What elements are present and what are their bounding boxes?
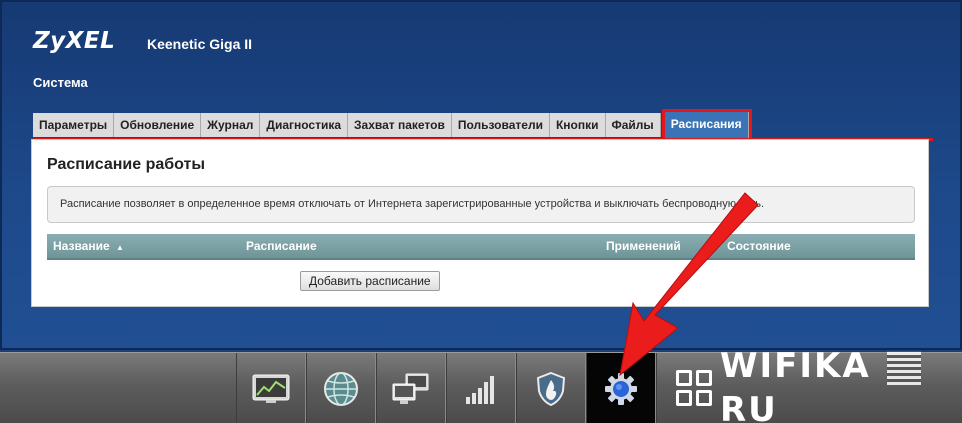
watermark-text-right: RU — [720, 390, 778, 423]
windows-logo-icon — [676, 370, 712, 406]
nav-monitor-button[interactable] — [236, 353, 306, 423]
signal-bars-icon — [466, 375, 494, 404]
content-panel: Расписание работы Расписание позволяет в… — [31, 139, 929, 307]
add-schedule-button[interactable]: Добавить расписание — [300, 271, 440, 291]
column-name[interactable]: Название ▲ — [53, 234, 124, 260]
nav-system-button[interactable] — [586, 353, 656, 423]
wifika-watermark: WIFIKA RU — [676, 346, 962, 423]
column-applied[interactable]: Применений — [606, 234, 681, 258]
tab-users[interactable]: Пользователи — [451, 113, 550, 137]
nav-home-network-button[interactable] — [376, 353, 446, 423]
tab-packet-capture[interactable]: Захват пакетов — [348, 113, 452, 137]
tab-buttons[interactable]: Кнопки — [549, 113, 606, 137]
monitor-graph-icon — [252, 374, 290, 403]
zyxel-logo: ZyXEL — [33, 28, 116, 54]
nav-internet-button[interactable] — [306, 353, 376, 423]
watermark-text: WIFIKA RU — [720, 344, 962, 423]
column-name-label: Название — [53, 239, 110, 253]
panel-heading: Расписание работы — [47, 156, 206, 173]
globe-icon — [324, 371, 358, 406]
section-title: Система — [33, 75, 88, 90]
schedule-table-header: Название ▲ Расписание Применений Состоян… — [47, 234, 915, 260]
model-name: Keenetic Giga II — [147, 36, 253, 52]
tab-bar: Параметры Обновление Журнал Диагностика … — [33, 109, 752, 141]
nav-separator — [656, 353, 657, 423]
nav-security-button[interactable] — [516, 353, 586, 423]
sort-ascending-icon: ▲ — [116, 243, 124, 252]
tab-parameters[interactable]: Параметры — [33, 113, 115, 137]
watermark-text-left: WIFIKA — [720, 346, 871, 386]
computers-icon — [392, 373, 429, 404]
shield-icon — [536, 371, 566, 406]
column-state[interactable]: Состояние — [727, 234, 791, 258]
tab-files[interactable]: Файлы — [605, 113, 661, 137]
qr-code-icon — [886, 350, 921, 385]
tab-schedules[interactable]: Расписания — [661, 109, 752, 141]
column-schedule[interactable]: Расписание — [246, 234, 317, 258]
nav-wifi-button[interactable] — [446, 353, 516, 423]
gear-icon — [605, 372, 637, 405]
tab-update[interactable]: Обновление — [114, 113, 202, 137]
tab-diagnostics[interactable]: Диагностика — [260, 113, 349, 137]
tab-log[interactable]: Журнал — [201, 113, 261, 137]
info-box: Расписание позволяет в определенное врем… — [47, 186, 915, 223]
